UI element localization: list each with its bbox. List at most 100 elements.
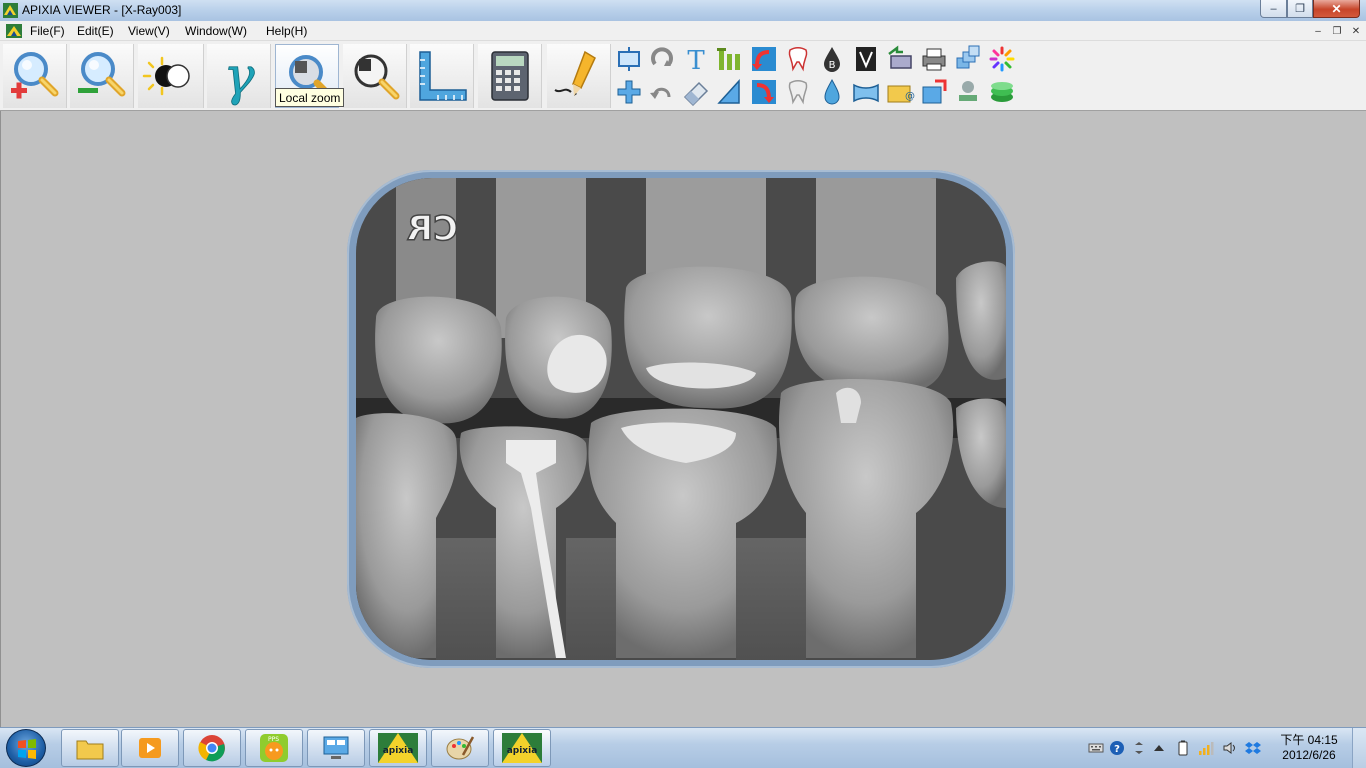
menu-file[interactable]: File(F) <box>30 24 65 38</box>
import-button[interactable] <box>885 44 915 74</box>
gamma-symbol: γ <box>223 47 255 107</box>
taskbar-media-player[interactable] <box>121 729 179 767</box>
zoom-in-icon <box>11 52 59 99</box>
taskbar-apixia-1[interactable]: apixia <box>369 729 427 767</box>
minimize-icon: – <box>1270 2 1277 15</box>
gamma-button[interactable]: γ <box>207 44 271 108</box>
density-tool-button[interactable]: B <box>817 44 847 74</box>
invert-tool-button[interactable] <box>851 44 881 74</box>
font-icon <box>717 48 740 70</box>
remote-desktop-icon <box>323 736 349 759</box>
menu-edit[interactable]: Edit(E) <box>77 24 114 38</box>
print-button[interactable] <box>919 44 949 74</box>
mdi-close-button[interactable]: ✕ <box>1348 24 1364 38</box>
svg-text:@: @ <box>905 91 915 102</box>
menu-window[interactable]: Window(W) <box>185 24 247 38</box>
pps-label: PPS <box>268 736 279 743</box>
move-tool-button[interactable] <box>614 77 644 107</box>
apixia-icon-active: apixia <box>502 733 542 763</box>
mirror-tool-button[interactable] <box>749 77 779 107</box>
rotate-icon <box>651 47 673 66</box>
undo-button[interactable] <box>647 77 677 107</box>
text-tool-button[interactable]: T <box>681 44 711 76</box>
show-hidden-icons-icon[interactable] <box>1151 740 1167 756</box>
apixia-label-1: apixia <box>383 746 414 756</box>
font-tool-button[interactable] <box>715 44 745 74</box>
calculator-button[interactable] <box>478 44 542 108</box>
rotate-tool-button[interactable] <box>647 44 677 74</box>
network-signal-icon[interactable] <box>1198 740 1214 756</box>
magnifier-icon <box>354 54 400 100</box>
color-wheel-icon <box>989 46 1015 72</box>
maximize-button[interactable]: ❐ <box>1287 0 1313 18</box>
menu-bar: File(F) Edit(E) View(V) Window(W) Help(H… <box>0 21 1366 41</box>
keyboard-icon[interactable] <box>1088 740 1104 756</box>
minimize-button[interactable]: – <box>1260 0 1287 18</box>
email-button[interactable]: @ <box>885 77 915 107</box>
implant-tool-button[interactable] <box>783 77 813 107</box>
help-icon[interactable]: ? <box>1109 740 1125 756</box>
angle-tool-button[interactable] <box>715 77 745 107</box>
taskbar-pps[interactable]: PPS <box>245 729 303 767</box>
gamma-icon: γ <box>223 47 256 108</box>
chrome-icon <box>198 735 225 762</box>
flip-tool-button[interactable] <box>749 44 779 74</box>
windows-logo-icon <box>18 739 36 759</box>
language-bar-icon[interactable] <box>1131 740 1147 756</box>
brightness-contrast-button[interactable] <box>138 44 204 108</box>
taskbar-chrome[interactable] <box>183 729 241 767</box>
zoom-out-button[interactable] <box>70 44 134 108</box>
taskbar-file-explorer[interactable] <box>61 729 119 767</box>
close-icon: ✕ <box>1331 1 1342 16</box>
cr-marker-text: CR <box>407 209 458 249</box>
crop-icon <box>618 47 640 71</box>
crop-tool-button[interactable] <box>614 44 644 74</box>
window-title: APIXIA VIEWER - [X-Ray003] <box>22 3 182 17</box>
mdi-restore-button[interactable]: ❐ <box>1329 24 1345 38</box>
color-palette-button[interactable] <box>987 44 1017 74</box>
taskbar-remote-desktop[interactable] <box>307 729 365 767</box>
restore-icon: ❐ <box>1295 3 1305 15</box>
ruler-icon <box>419 51 467 101</box>
magnifier-button[interactable] <box>343 44 407 108</box>
menu-help[interactable]: Help(H) <box>266 24 307 38</box>
density-icon: B <box>824 47 840 72</box>
stack-view-button[interactable] <box>953 44 983 74</box>
brightness-contrast-icon <box>142 56 190 96</box>
taskbar-apixia-2[interactable]: apixia <box>493 729 551 767</box>
zoom-out-icon <box>78 52 126 97</box>
move-icon <box>617 80 641 104</box>
xray-drawing: CR <box>356 178 1006 660</box>
dropbox-icon[interactable] <box>1245 740 1261 756</box>
sharpen-button[interactable] <box>817 77 847 107</box>
start-button[interactable] <box>6 729 46 767</box>
text-tool-letter: T <box>687 46 705 74</box>
pps-icon: PPS <box>260 734 288 762</box>
angle-icon <box>717 79 740 104</box>
stamp-button[interactable] <box>953 77 983 107</box>
zoom-in-button[interactable] <box>3 44 67 108</box>
dental-xray-image[interactable]: CR <box>356 178 1006 660</box>
battery-icon[interactable] <box>1175 740 1191 756</box>
clock-time: 下午 04:15 <box>1280 733 1338 747</box>
pencil-draw-button[interactable] <box>547 44 611 108</box>
local-zoom-tooltip: Local zoom <box>275 88 345 107</box>
volume-icon[interactable] <box>1222 740 1238 756</box>
tooth-chart-button[interactable] <box>783 44 813 74</box>
printer-icon <box>922 48 946 71</box>
flip-icon <box>752 47 776 71</box>
eraser-button[interactable] <box>681 77 711 107</box>
show-desktop-button[interactable] <box>1352 728 1366 768</box>
clock-date: 2012/6/26 <box>1282 748 1336 762</box>
media-player-icon <box>139 738 161 758</box>
menu-view[interactable]: View(V) <box>128 24 170 38</box>
export-button[interactable] <box>919 77 949 107</box>
database-button[interactable] <box>987 77 1017 107</box>
panorama-button[interactable] <box>851 77 881 107</box>
import-icon <box>888 45 912 69</box>
close-button[interactable]: ✕ <box>1313 0 1360 18</box>
ruler-measure-button[interactable] <box>410 44 474 108</box>
mdi-minimize-button[interactable]: – <box>1310 24 1326 38</box>
taskbar-paint[interactable] <box>431 729 489 767</box>
system-clock[interactable]: 下午 04:15 2012/6/26 <box>1272 733 1346 763</box>
